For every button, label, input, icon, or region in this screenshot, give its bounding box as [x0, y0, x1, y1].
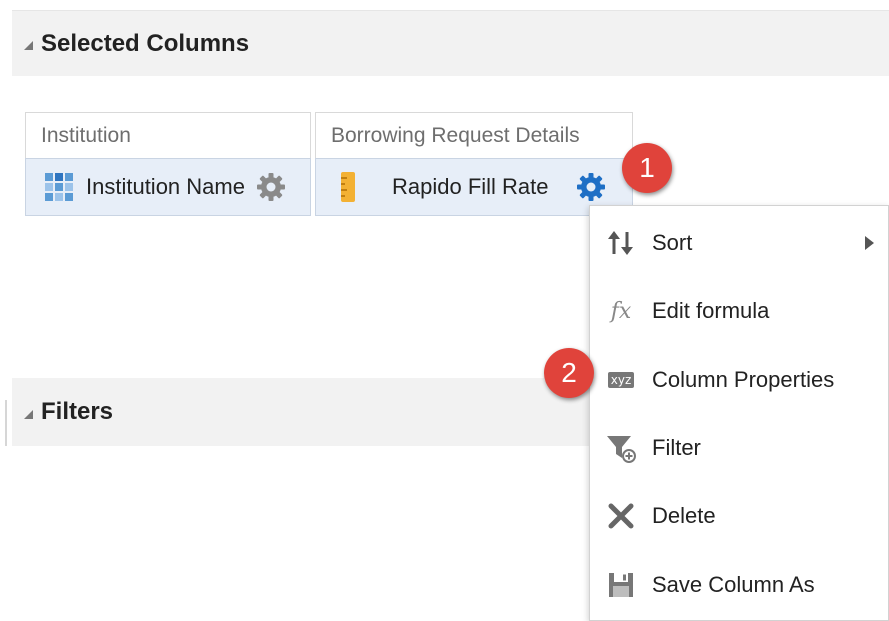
menu-item-label: Filter — [652, 435, 701, 460]
menu-item-filter[interactable]: Filter — [590, 414, 888, 482]
sort-icon — [605, 227, 637, 259]
table-icon — [45, 173, 73, 201]
column-group-header: Institution — [25, 112, 311, 158]
panel-divider — [5, 400, 7, 446]
menu-item-sort[interactable]: Sort — [590, 209, 888, 277]
collapse-triangle-icon[interactable] — [24, 41, 33, 50]
selected-columns-header[interactable]: Selected Columns — [12, 10, 889, 76]
filter-icon — [605, 432, 637, 464]
column-context-menu: Sort fx Edit formula xyz Column Properti… — [589, 205, 889, 621]
callout-badge: 1 — [622, 143, 672, 193]
menu-item-edit-formula[interactable]: fx Edit formula — [590, 277, 888, 345]
gear-icon[interactable] — [575, 171, 607, 203]
menu-item-label: Save Column As — [652, 572, 815, 597]
menu-item-label: Column Properties — [652, 367, 835, 392]
menu-item-label: Delete — [652, 503, 716, 528]
menu-item-delete[interactable]: Delete — [590, 482, 888, 550]
selected-columns-title: Selected Columns — [41, 29, 250, 57]
column-institution: Institution Institution Name — [25, 112, 311, 216]
menu-item-label: Sort — [652, 230, 693, 255]
ruler-icon — [341, 172, 355, 202]
analysis-editor: Selected Columns Institution Institution… — [0, 0, 889, 621]
fx-icon: fx — [610, 298, 632, 324]
delete-icon — [605, 500, 637, 532]
save-icon — [605, 569, 637, 601]
menu-item-label: Edit formula — [652, 298, 770, 323]
column-cell-label: Rapido Fill Rate — [392, 174, 549, 199]
filters-title: Filters — [41, 398, 114, 425]
column-cell-institution-name[interactable]: Institution Name — [25, 158, 311, 216]
menu-item-save-column-as[interactable]: Save Column As — [590, 551, 888, 619]
collapse-triangle-icon[interactable] — [24, 409, 33, 419]
callout-badge: 2 — [544, 348, 594, 398]
gear-icon[interactable] — [255, 171, 287, 203]
column-borrowing-request-details: Borrowing Request Details Rapido Fill Ra… — [315, 112, 633, 216]
menu-item-column-properties[interactable]: xyz Column Properties — [590, 346, 888, 414]
submenu-arrow-icon — [865, 236, 874, 250]
column-cell-label: Institution Name — [86, 174, 245, 199]
column-group-header: Borrowing Request Details — [315, 112, 633, 158]
column-cell-rapido-fill-rate[interactable]: Rapido Fill Rate — [315, 158, 633, 216]
xyz-icon: xyz — [605, 364, 637, 396]
